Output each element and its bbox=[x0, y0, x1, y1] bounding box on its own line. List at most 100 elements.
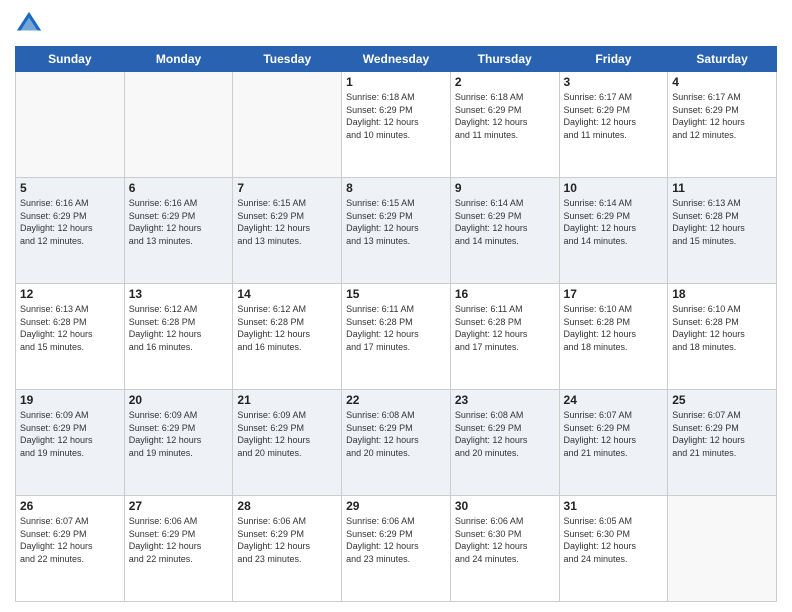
day-number: 14 bbox=[237, 287, 337, 301]
day-number: 26 bbox=[20, 499, 120, 513]
day-number: 27 bbox=[129, 499, 229, 513]
calendar-cell: 7Sunrise: 6:15 AM Sunset: 6:29 PM Daylig… bbox=[233, 178, 342, 284]
calendar-cell: 8Sunrise: 6:15 AM Sunset: 6:29 PM Daylig… bbox=[342, 178, 451, 284]
day-number: 6 bbox=[129, 181, 229, 195]
day-info: Sunrise: 6:14 AM Sunset: 6:29 PM Dayligh… bbox=[564, 197, 664, 247]
day-number: 12 bbox=[20, 287, 120, 301]
calendar-cell: 25 Sunrise: 6:07 AM Sunset: 6:29 PM Dayli… bbox=[668, 390, 777, 496]
day-number: 16 bbox=[455, 287, 555, 301]
day-info: Sunrise: 6:05 AM Sunset: 6:30 PM Dayligh… bbox=[564, 515, 664, 565]
calendar-cell: 19 Sunrise: 6:09 AM Sunset: 6:29 PM Dayli… bbox=[16, 390, 125, 496]
calendar-cell: 31 Sunrise: 6:05 AM Sunset: 6:30 PM Dayli… bbox=[559, 496, 668, 602]
calendar-day-header: Monday bbox=[124, 47, 233, 72]
day-info: Sunrise: 6:13 AM Sunset: 6:28 PM Dayligh… bbox=[20, 303, 120, 353]
day-number: 11 bbox=[672, 181, 772, 195]
logo-icon bbox=[15, 10, 43, 38]
day-number: 20 bbox=[129, 393, 229, 407]
day-info: Sunrise: 6:11 AM Sunset: 6:28 PM Dayligh… bbox=[455, 303, 555, 353]
day-info: Sunrise: 6:07 AM Sunset: 6:29 PM Dayligh… bbox=[672, 409, 772, 459]
day-number: 10 bbox=[564, 181, 664, 195]
logo bbox=[15, 10, 47, 38]
day-number: 23 bbox=[455, 393, 555, 407]
day-number: 21 bbox=[237, 393, 337, 407]
calendar-week-row: 1 Sunrise: 6:18 AM Sunset: 6:29 PM Daylig… bbox=[16, 72, 777, 178]
calendar-cell: 29Sunrise: 6:06 AM Sunset: 6:29 PM Dayli… bbox=[342, 496, 451, 602]
day-number: 31 bbox=[564, 499, 664, 513]
calendar-cell: 1 Sunrise: 6:18 AM Sunset: 6:29 PM Daylig… bbox=[342, 72, 451, 178]
day-number: 28 bbox=[237, 499, 337, 513]
calendar-day-header: Tuesday bbox=[233, 47, 342, 72]
calendar-cell: 21 Sunrise: 6:09 AM Sunset: 6:29 PM Dayli… bbox=[233, 390, 342, 496]
calendar-cell: 5 Sunrise: 6:16 AM Sunset: 6:29 PM Daylig… bbox=[16, 178, 125, 284]
calendar-week-row: 5 Sunrise: 6:16 AM Sunset: 6:29 PM Daylig… bbox=[16, 178, 777, 284]
day-info: Sunrise: 6:18 AM Sunset: 6:29 PM Dayligh… bbox=[346, 91, 446, 141]
calendar-cell: 13 Sunrise: 6:12 AM Sunset: 6:28 PM Dayli… bbox=[124, 284, 233, 390]
day-info: Sunrise: 6:08 AM Sunset: 6:29 PM Dayligh… bbox=[455, 409, 555, 459]
calendar-cell: 27 Sunrise: 6:06 AM Sunset: 6:29 PM Dayli… bbox=[124, 496, 233, 602]
calendar-cell: 11Sunrise: 6:13 AM Sunset: 6:28 PM Dayli… bbox=[668, 178, 777, 284]
day-info: Sunrise: 6:06 AM Sunset: 6:29 PM Dayligh… bbox=[237, 515, 337, 565]
day-info: Sunrise: 6:14 AM Sunset: 6:29 PM Dayligh… bbox=[455, 197, 555, 247]
header bbox=[15, 10, 777, 38]
calendar-cell: 22 Sunrise: 6:08 AM Sunset: 6:29 PM Dayli… bbox=[342, 390, 451, 496]
calendar-cell: 14Sunrise: 6:12 AM Sunset: 6:28 PM Dayli… bbox=[233, 284, 342, 390]
day-info: Sunrise: 6:10 AM Sunset: 6:28 PM Dayligh… bbox=[564, 303, 664, 353]
day-number: 4 bbox=[672, 75, 772, 89]
calendar-cell: 4 Sunrise: 6:17 AM Sunset: 6:29 PM Daylig… bbox=[668, 72, 777, 178]
day-info: Sunrise: 6:12 AM Sunset: 6:28 PM Dayligh… bbox=[129, 303, 229, 353]
day-number: 2 bbox=[455, 75, 555, 89]
day-number: 19 bbox=[20, 393, 120, 407]
calendar-day-header: Sunday bbox=[16, 47, 125, 72]
day-number: 22 bbox=[346, 393, 446, 407]
day-number: 9 bbox=[455, 181, 555, 195]
day-info: Sunrise: 6:09 AM Sunset: 6:29 PM Dayligh… bbox=[237, 409, 337, 459]
calendar-header-row: SundayMondayTuesdayWednesdayThursdayFrid… bbox=[16, 47, 777, 72]
calendar-cell bbox=[124, 72, 233, 178]
day-info: Sunrise: 6:09 AM Sunset: 6:29 PM Dayligh… bbox=[20, 409, 120, 459]
day-number: 1 bbox=[346, 75, 446, 89]
day-number: 25 bbox=[672, 393, 772, 407]
calendar-cell bbox=[16, 72, 125, 178]
calendar-cell: 15Sunrise: 6:11 AM Sunset: 6:28 PM Dayli… bbox=[342, 284, 451, 390]
day-info: Sunrise: 6:16 AM Sunset: 6:29 PM Dayligh… bbox=[20, 197, 120, 247]
calendar-cell: 12 Sunrise: 6:13 AM Sunset: 6:28 PM Dayli… bbox=[16, 284, 125, 390]
day-info: Sunrise: 6:10 AM Sunset: 6:28 PM Dayligh… bbox=[672, 303, 772, 353]
calendar-cell: 26 Sunrise: 6:07 AM Sunset: 6:29 PM Dayli… bbox=[16, 496, 125, 602]
day-number: 30 bbox=[455, 499, 555, 513]
calendar-cell: 18Sunrise: 6:10 AM Sunset: 6:28 PM Dayli… bbox=[668, 284, 777, 390]
day-number: 3 bbox=[564, 75, 664, 89]
day-info: Sunrise: 6:07 AM Sunset: 6:29 PM Dayligh… bbox=[20, 515, 120, 565]
calendar-week-row: 26 Sunrise: 6:07 AM Sunset: 6:29 PM Dayli… bbox=[16, 496, 777, 602]
calendar-cell: 9 Sunrise: 6:14 AM Sunset: 6:29 PM Daylig… bbox=[450, 178, 559, 284]
day-number: 17 bbox=[564, 287, 664, 301]
day-info: Sunrise: 6:08 AM Sunset: 6:29 PM Dayligh… bbox=[346, 409, 446, 459]
calendar-cell: 24 Sunrise: 6:07 AM Sunset: 6:29 PM Dayli… bbox=[559, 390, 668, 496]
calendar-day-header: Friday bbox=[559, 47, 668, 72]
calendar-day-header: Saturday bbox=[668, 47, 777, 72]
calendar-day-header: Thursday bbox=[450, 47, 559, 72]
day-info: Sunrise: 6:17 AM Sunset: 6:29 PM Dayligh… bbox=[564, 91, 664, 141]
day-number: 5 bbox=[20, 181, 120, 195]
day-info: Sunrise: 6:15 AM Sunset: 6:29 PM Dayligh… bbox=[346, 197, 446, 247]
calendar-day-header: Wednesday bbox=[342, 47, 451, 72]
calendar-cell bbox=[233, 72, 342, 178]
day-info: Sunrise: 6:09 AM Sunset: 6:29 PM Dayligh… bbox=[129, 409, 229, 459]
calendar-cell: 6 Sunrise: 6:16 AM Sunset: 6:29 PM Daylig… bbox=[124, 178, 233, 284]
day-info: Sunrise: 6:07 AM Sunset: 6:29 PM Dayligh… bbox=[564, 409, 664, 459]
day-info: Sunrise: 6:06 AM Sunset: 6:29 PM Dayligh… bbox=[346, 515, 446, 565]
day-info: Sunrise: 6:11 AM Sunset: 6:28 PM Dayligh… bbox=[346, 303, 446, 353]
day-number: 24 bbox=[564, 393, 664, 407]
calendar-cell: 3 Sunrise: 6:17 AM Sunset: 6:29 PM Daylig… bbox=[559, 72, 668, 178]
day-info: Sunrise: 6:16 AM Sunset: 6:29 PM Dayligh… bbox=[129, 197, 229, 247]
day-info: Sunrise: 6:06 AM Sunset: 6:29 PM Dayligh… bbox=[129, 515, 229, 565]
day-info: Sunrise: 6:06 AM Sunset: 6:30 PM Dayligh… bbox=[455, 515, 555, 565]
calendar-cell: 2Sunrise: 6:18 AM Sunset: 6:29 PM Daylig… bbox=[450, 72, 559, 178]
calendar-cell: 30 Sunrise: 6:06 AM Sunset: 6:30 PM Dayli… bbox=[450, 496, 559, 602]
day-info: Sunrise: 6:17 AM Sunset: 6:29 PM Dayligh… bbox=[672, 91, 772, 141]
calendar-cell bbox=[668, 496, 777, 602]
day-number: 13 bbox=[129, 287, 229, 301]
calendar-week-row: 19 Sunrise: 6:09 AM Sunset: 6:29 PM Dayli… bbox=[16, 390, 777, 496]
calendar-cell: 16 Sunrise: 6:11 AM Sunset: 6:28 PM Dayli… bbox=[450, 284, 559, 390]
calendar-cell: 20 Sunrise: 6:09 AM Sunset: 6:29 PM Dayli… bbox=[124, 390, 233, 496]
calendar-cell: 17 Sunrise: 6:10 AM Sunset: 6:28 PM Dayli… bbox=[559, 284, 668, 390]
